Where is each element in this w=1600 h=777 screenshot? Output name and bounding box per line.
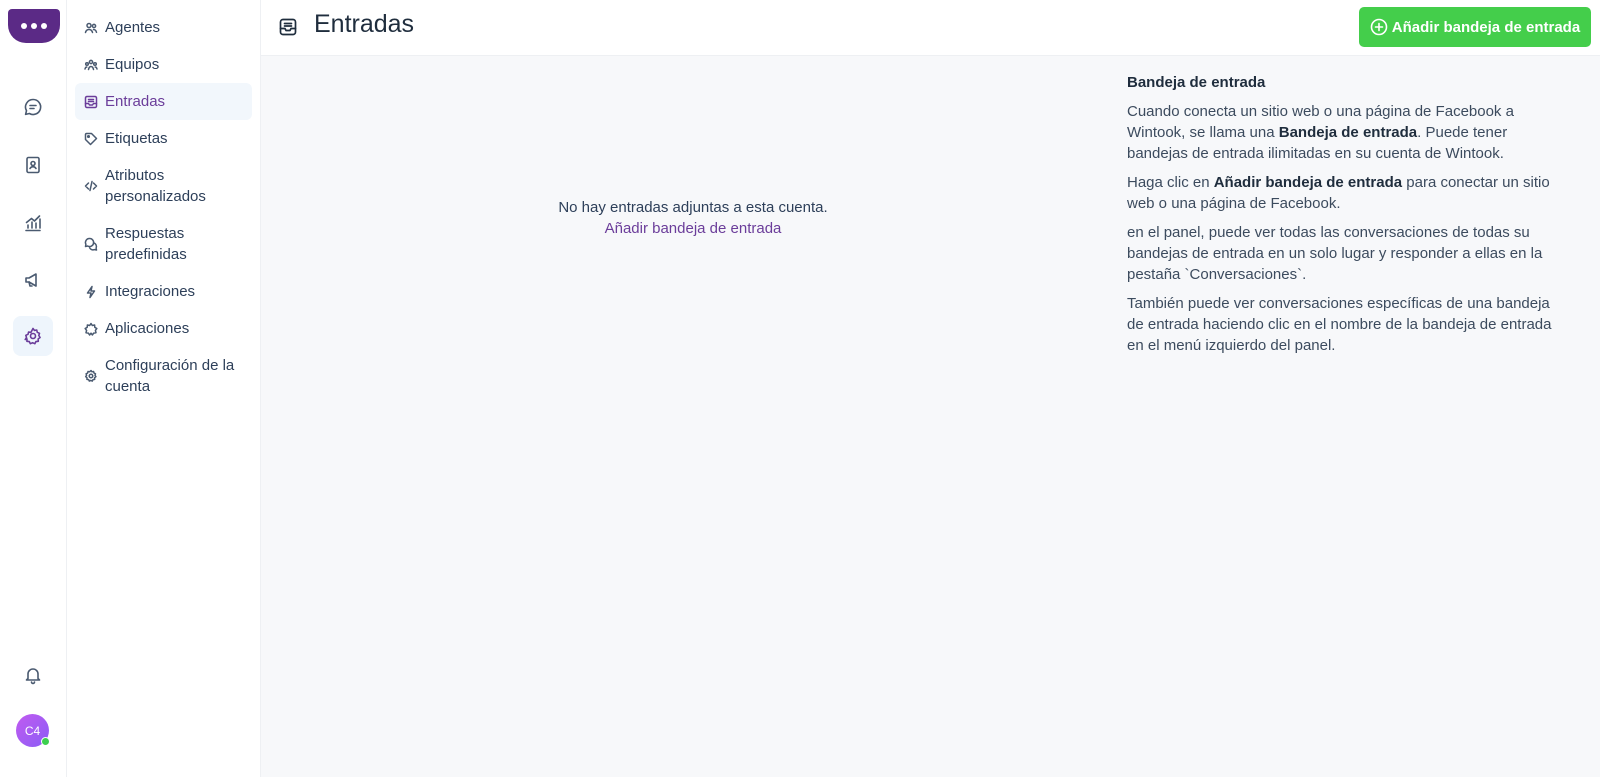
settings-icon [24,327,41,345]
primary-nav-rail: C4 [0,0,67,777]
help-emphasis: Bandeja de entrada [1278,124,1418,141]
conversations-nav-button[interactable] [13,87,53,127]
chat-bubble-dots-icon[interactable] [8,9,60,43]
sidebar-item-labels[interactable]: Etiquetas [75,120,252,157]
help-paragraph-3: en el panel, puede ver todas las convers… [1127,224,1543,283]
page-title: Entradas [314,10,415,38]
campaigns-nav-button[interactable] [13,260,53,300]
avatar[interactable]: C4 [16,714,50,747]
empty-state: No hay entradas adjuntas a esta cuenta. … [261,197,1125,239]
team-icon [84,57,98,71]
sidebar-item-label: Atributos personalizados [105,167,206,205]
sidebar-item-custom-attributes[interactable]: Atributos personalizados [75,157,252,215]
chat-multiple-icon [84,236,98,251]
code-icon [84,178,98,192]
sidebar-item-applications[interactable]: Aplicaciones [75,310,252,347]
sidebar-item-label: Agentes [105,19,161,36]
help-title: Bandeja de entrada [1127,74,1266,91]
settings-sidebar: Agentes Equipos Entradas Etiquetas Atrib… [67,0,261,777]
help-emphasis: Añadir bandeja de entrada [1213,174,1403,191]
star-badge-icon [84,321,98,336]
sidebar-item-canned-responses[interactable]: Respuestas predefinidas [75,215,252,273]
sidebar-item-label: Entradas [105,93,166,110]
sidebar-item-label: Configuración de la cuenta [105,357,235,395]
sidebar-item-agents[interactable]: Agentes [75,9,252,46]
notifications-button[interactable] [13,655,53,695]
inbox-icon [278,17,298,37]
help-paragraph-1: Cuando conecta un sitio web o una página… [1127,101,1557,164]
help-text: Haga clic en [1127,174,1214,191]
sidebar-item-inboxes[interactable]: Entradas [75,83,252,120]
tag-icon [84,131,98,146]
sidebar-item-integrations[interactable]: Integraciones [75,273,252,310]
reports-nav-button[interactable] [13,203,53,243]
gear-icon [84,368,98,382]
contacts-nav-button[interactable] [13,145,53,185]
sidebar-item-label: Aplicaciones [105,320,190,337]
help-paragraph-4: También puede ver conversaciones específ… [1127,295,1552,354]
sidebar-item-label: Respuestas predefinidas [105,225,187,263]
add-inbox-link[interactable]: Añadir bandeja de entrada [261,218,1125,239]
sidebar-item-label: Equipos [105,56,160,73]
settings-nav-button[interactable] [13,316,53,356]
sidebar-item-label: Integraciones [105,283,196,300]
add-inbox-button[interactable]: Añadir bandeja de entrada [1359,7,1591,47]
contacts-icon [26,156,40,174]
online-status-dot [41,737,50,746]
avatar-initials: C4 [24,723,41,738]
help-panel: Bandeja de entrada Cuando conecta un sit… [1127,72,1557,364]
empty-state-message: No hay entradas adjuntas a esta cuenta. [558,199,828,216]
users-icon [84,20,98,34]
conversations-icon [24,98,42,116]
bell-icon [25,668,41,685]
sidebar-item-teams[interactable]: Equipos [75,46,252,83]
page-header: Entradas Añadir bandeja de entrada [261,0,1600,56]
add-inbox-button-label: Añadir bandeja de entrada [1391,18,1581,36]
campaigns-icon [25,273,37,287]
flash-icon [84,284,98,299]
sidebar-item-account-settings[interactable]: Configuración de la cuenta [75,347,252,405]
plus-circle-icon [1370,18,1388,36]
inbox-icon [84,94,98,109]
reports-icon [25,215,41,232]
help-paragraph-2: Haga clic en Añadir bandeja de entrada p… [1127,172,1557,214]
sidebar-item-label: Etiquetas [105,130,168,147]
